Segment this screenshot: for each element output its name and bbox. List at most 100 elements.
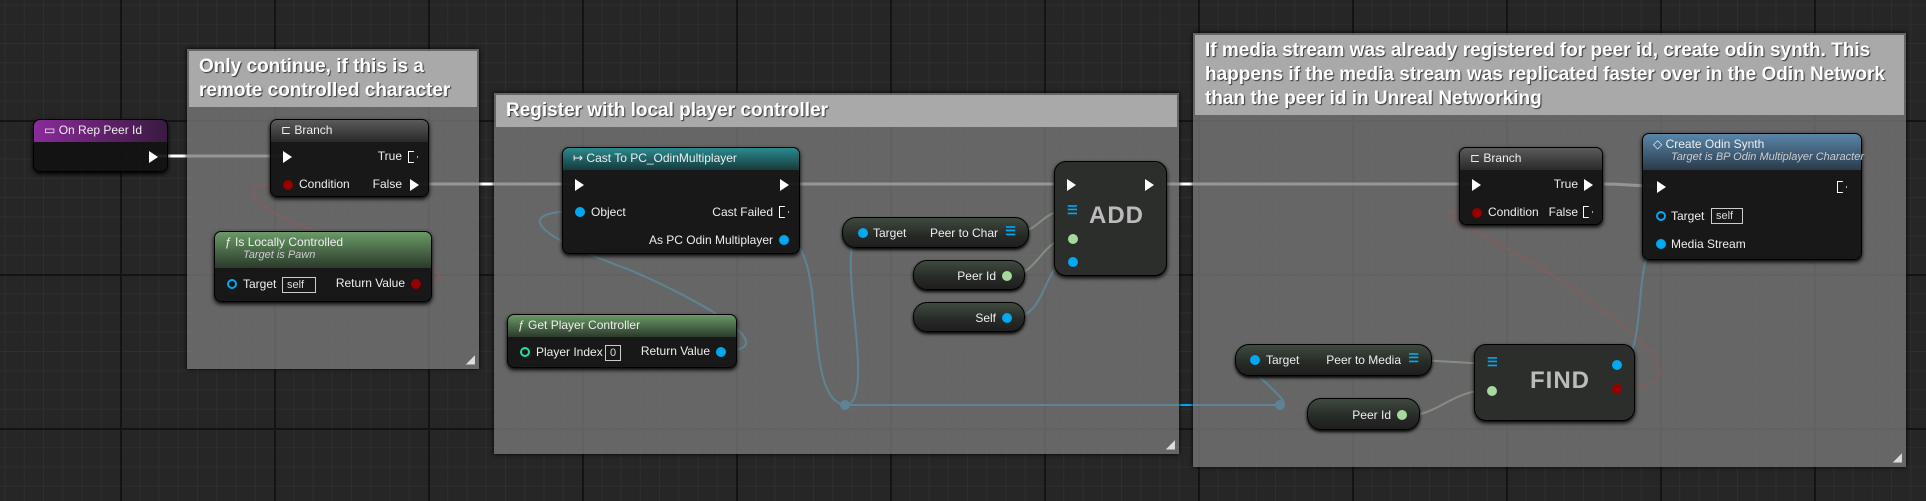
self-pin[interactable] <box>1002 313 1012 323</box>
resize-grip-icon[interactable]: ◢ <box>466 352 475 366</box>
comment-title[interactable]: Only continue, if this is a remote contr… <box>189 51 477 107</box>
object-label: Object <box>591 205 626 219</box>
return-value-label: Return Value <box>335 276 405 290</box>
exec-out-pin[interactable] <box>149 151 158 163</box>
exec-out-pin[interactable] <box>1837 181 1847 193</box>
target-label: Target <box>1266 353 1300 367</box>
node-title: Cast To PC_OdinMultiplayer <box>586 151 737 165</box>
event-icon: ▭ <box>44 123 56 137</box>
add-label: ADD <box>1089 202 1144 229</box>
exec-out-pin[interactable] <box>1145 179 1154 191</box>
node-title: Branch <box>294 123 333 137</box>
exec-in-pin[interactable] <box>1657 181 1666 193</box>
true-exec-pin[interactable] <box>1584 179 1593 191</box>
player-index-pin[interactable] <box>520 347 530 357</box>
peer-id-getter-2[interactable]: Peer Id <box>1307 398 1420 430</box>
false-label: False <box>372 177 402 191</box>
resize-grip-icon[interactable]: ◢ <box>1893 450 1902 464</box>
condition-pin[interactable] <box>283 180 293 190</box>
player-index-label: Player Index <box>536 345 603 359</box>
peer-to-media-label: Peer to Media <box>1326 353 1401 367</box>
target-pin[interactable] <box>1656 211 1666 221</box>
node-subtitle: Target is BP Odin Multiplayer Character <box>1671 151 1864 163</box>
peer-id-label: Peer Id <box>1352 408 1391 422</box>
exec-in-pin[interactable] <box>1472 179 1481 191</box>
peer-id-pin[interactable] <box>1002 271 1012 281</box>
target-label: Target <box>1671 209 1705 223</box>
on-rep-peer-id-node[interactable]: ▭ On Rep Peer Id <box>33 119 168 172</box>
comment-title[interactable]: Register with local player controller <box>496 95 1177 127</box>
exec-out-pin[interactable] <box>780 179 789 191</box>
exec-in-pin[interactable] <box>575 179 584 191</box>
true-exec-pin[interactable] <box>408 151 418 163</box>
true-label: True <box>1553 177 1578 191</box>
find-label: FIND <box>1530 367 1590 394</box>
map-icon[interactable]: ☰ <box>1487 355 1498 369</box>
peer-to-char-getter[interactable]: Target Peer to Char ☰ <box>842 217 1029 248</box>
resize-grip-icon[interactable]: ◢ <box>1166 437 1175 451</box>
comment-title[interactable]: If media stream was already registered f… <box>1195 35 1904 115</box>
is-locally-controlled-node[interactable]: ƒ Is Locally Controlled Target is Pawn Ta… <box>214 231 432 302</box>
exec-in-pin[interactable] <box>1067 179 1076 191</box>
branch-node-1[interactable]: ⊏ Branch True Condition False <box>270 119 429 197</box>
target-value-field[interactable]: self <box>282 277 316 293</box>
target-pin[interactable] <box>1250 355 1260 365</box>
map-find-node[interactable]: ☰ FIND <box>1474 344 1635 421</box>
target-pin[interactable] <box>858 228 868 238</box>
peer-id-getter[interactable]: Peer Id <box>913 260 1025 290</box>
false-exec-pin[interactable] <box>1583 206 1593 218</box>
false-label: False <box>1548 205 1578 219</box>
map-icon[interactable]: ☰ <box>1005 224 1016 238</box>
return-value-pin[interactable] <box>716 347 726 357</box>
as-pc-pin[interactable] <box>779 235 789 245</box>
peer-to-char-label: Peer to Char <box>929 226 998 240</box>
cast-icon: ↦ <box>573 151 584 165</box>
map-icon[interactable]: ☰ <box>1067 203 1078 217</box>
cast-to-pc-node[interactable]: ↦ Cast To PC_OdinMultiplayer Object Cast… <box>562 147 800 254</box>
target-label: Target <box>873 226 907 240</box>
key-pin[interactable] <box>1068 234 1078 244</box>
condition-pin[interactable] <box>1472 208 1482 218</box>
target-value-field[interactable]: self <box>1711 208 1743 224</box>
create-odin-synth-node[interactable]: ◇ Create Odin Synth Target is BP Odin Mul… <box>1642 133 1864 260</box>
self-getter[interactable]: Self <box>913 302 1025 332</box>
found-out-pin[interactable] <box>1612 384 1622 394</box>
object-pin[interactable] <box>575 207 585 217</box>
function-icon: ƒ <box>225 235 232 249</box>
key-pin[interactable] <box>1487 386 1497 396</box>
map-add-node[interactable]: ☰ ADD <box>1054 161 1167 276</box>
comment-box-remote[interactable]: Only continue, if this is a remote contr… <box>187 49 479 369</box>
node-title: Is Locally Controlled <box>235 235 344 249</box>
target-label: Target <box>243 277 277 291</box>
get-player-controller-node[interactable]: ƒ Get Player Controller Player Index 0 R… <box>507 314 737 368</box>
exec-in-pin[interactable] <box>283 151 292 163</box>
node-title: Create Odin Synth <box>1665 137 1765 151</box>
node-title: On Rep Peer Id <box>58 123 143 137</box>
value-pin[interactable] <box>1068 257 1078 267</box>
condition-label: Condition <box>299 177 350 191</box>
condition-label: Condition <box>1488 205 1539 219</box>
node-subtitle: Target is Pawn <box>243 249 316 261</box>
player-index-field[interactable]: 0 <box>605 345 622 361</box>
function-icon: ◇ <box>1653 137 1663 151</box>
node-title: Get Player Controller <box>528 318 641 332</box>
as-pc-label: As PC Odin Multiplayer <box>648 233 773 247</box>
branch-node-2[interactable]: ⊏ Branch True Condition False <box>1459 147 1603 225</box>
return-value-pin[interactable] <box>411 279 421 289</box>
media-stream-label: Media Stream <box>1671 237 1746 251</box>
value-out-pin[interactable] <box>1612 360 1622 370</box>
false-exec-pin[interactable] <box>410 179 419 191</box>
self-label: Self <box>975 311 996 325</box>
cast-failed-pin[interactable] <box>779 206 789 218</box>
peer-to-media-getter[interactable]: Target Peer to Media ☰ <box>1235 344 1432 376</box>
peer-id-label: Peer Id <box>957 269 996 283</box>
cast-failed-label: Cast Failed <box>712 205 773 219</box>
media-stream-pin[interactable] <box>1656 239 1666 249</box>
target-pin[interactable] <box>227 279 237 289</box>
branch-icon: ⊏ <box>1470 151 1481 165</box>
map-icon[interactable]: ☰ <box>1408 351 1419 365</box>
branch-icon: ⊏ <box>281 123 292 137</box>
peer-id-pin[interactable] <box>1397 410 1407 420</box>
node-title: Branch <box>1483 151 1522 165</box>
function-icon: ƒ <box>518 318 525 332</box>
